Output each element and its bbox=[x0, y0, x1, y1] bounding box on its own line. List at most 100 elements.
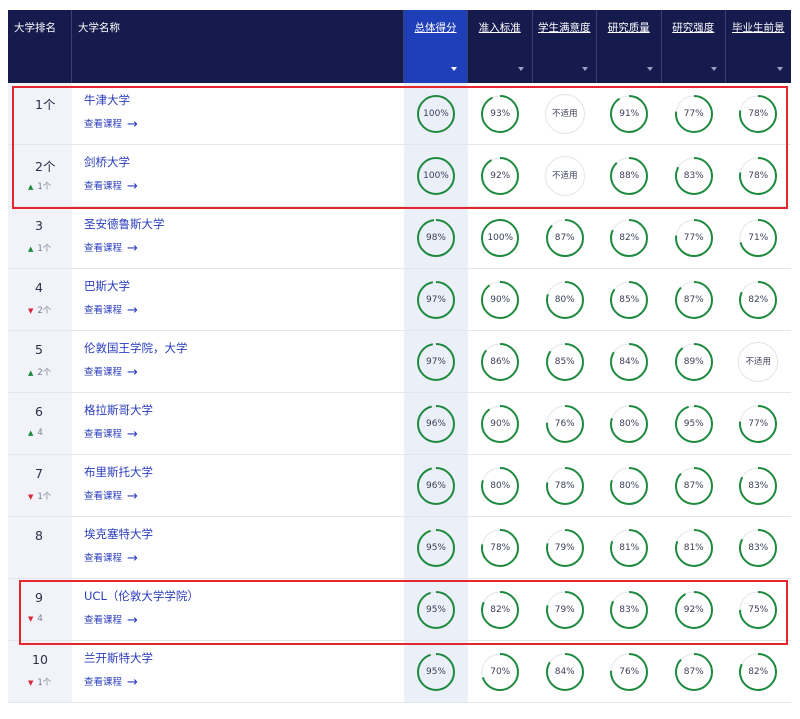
arrow-right-icon[interactable]: → bbox=[127, 675, 138, 690]
sort-caret-icon[interactable] bbox=[776, 67, 783, 71]
view-courses-label[interactable]: 查看课程 bbox=[84, 429, 122, 440]
score-value: 80% bbox=[619, 480, 640, 491]
column-header-label[interactable]: 总体得分 bbox=[415, 20, 457, 35]
view-courses-label[interactable]: 查看课程 bbox=[84, 305, 122, 316]
score-value: 76% bbox=[554, 418, 575, 429]
rank-number: 4 bbox=[35, 280, 43, 295]
score-value: 70% bbox=[490, 666, 511, 677]
score-value: 95% bbox=[425, 542, 446, 553]
arrow-right-icon[interactable]: → bbox=[127, 427, 138, 442]
prospects-cell: 77% bbox=[726, 393, 791, 454]
column-header-label[interactable]: 准入标准 bbox=[479, 20, 521, 35]
score-value: 78% bbox=[554, 480, 575, 491]
column-header-research-quality[interactable]: 研究质量 bbox=[597, 10, 662, 83]
score-value: 87% bbox=[683, 294, 704, 305]
score-ring: 87% bbox=[545, 218, 585, 258]
score-value: 80% bbox=[554, 294, 575, 305]
arrow-right-icon[interactable]: → bbox=[127, 303, 138, 318]
entry-cell: 70% bbox=[468, 641, 533, 702]
prospects-cell: 83% bbox=[726, 517, 791, 578]
view-courses-link[interactable]: 查看课程 → bbox=[84, 364, 138, 380]
view-courses-link[interactable]: 查看课程 → bbox=[84, 116, 138, 132]
sort-caret-icon[interactable] bbox=[646, 67, 653, 71]
score-ring: 92% bbox=[674, 590, 714, 630]
column-header-entry[interactable]: 准入标准 bbox=[468, 10, 533, 83]
score-ring: 78% bbox=[545, 466, 585, 506]
view-courses-link[interactable]: 查看课程 → bbox=[84, 674, 138, 690]
arrow-right-icon[interactable]: → bbox=[127, 613, 138, 628]
view-courses-label[interactable]: 查看课程 bbox=[84, 615, 122, 626]
score-value: 78% bbox=[490, 542, 511, 553]
view-courses-link[interactable]: 查看课程 → bbox=[84, 550, 138, 566]
column-header-label[interactable]: 研究质量 bbox=[608, 20, 650, 35]
view-courses-label[interactable]: 查看课程 bbox=[84, 677, 122, 688]
research-intensity-cell: 87% bbox=[662, 269, 727, 330]
satisfaction-cell: 79% bbox=[533, 579, 598, 640]
score-ring: 92% bbox=[480, 156, 520, 196]
research-quality-cell: 76% bbox=[597, 641, 662, 702]
view-courses-label[interactable]: 查看课程 bbox=[84, 181, 122, 192]
arrow-right-icon[interactable]: → bbox=[127, 489, 138, 504]
university-name-link[interactable]: 格拉斯哥大学 bbox=[84, 402, 153, 418]
view-courses-link[interactable]: 查看课程 → bbox=[84, 612, 138, 628]
sort-caret-icon[interactable] bbox=[711, 67, 717, 71]
arrow-down-icon: ▼ bbox=[28, 615, 34, 623]
table-row: 8 埃克塞特大学 查看课程 → 95% 78% 79% 81% 81% 83% bbox=[8, 517, 791, 579]
university-name-link[interactable]: 兰开斯特大学 bbox=[84, 650, 153, 666]
score-value: 83% bbox=[748, 542, 769, 553]
view-courses-label[interactable]: 查看课程 bbox=[84, 367, 122, 378]
view-courses-label[interactable]: 查看课程 bbox=[84, 491, 122, 502]
view-courses-link[interactable]: 查看课程 → bbox=[84, 426, 138, 442]
view-courses-link[interactable]: 查看课程 → bbox=[84, 488, 138, 504]
score-value: 80% bbox=[490, 480, 511, 491]
arrow-right-icon[interactable]: → bbox=[127, 241, 138, 256]
score-ring: 79% bbox=[545, 528, 585, 568]
rank-number: 2个 bbox=[35, 159, 56, 174]
column-header-rank: 大学排名 bbox=[8, 10, 72, 83]
column-header-satisfaction[interactable]: 学生满意度 bbox=[533, 10, 597, 83]
column-header-overall[interactable]: 总体得分 bbox=[404, 10, 468, 83]
not-applicable-badge: 不适用 bbox=[544, 155, 585, 196]
table-row: 2个 ▲ 1个 剑桥大学 查看课程 → 100% 92% 不适用 88% 83% 78% bbox=[8, 145, 791, 207]
university-name-link[interactable]: 伦敦国王学院，大学 bbox=[84, 340, 188, 356]
sort-caret-icon[interactable] bbox=[451, 67, 457, 71]
university-name-link[interactable]: UCL（伦敦大学学院） bbox=[84, 588, 199, 604]
rank-change-value: 1个 bbox=[37, 678, 52, 688]
university-name-link[interactable]: 布里斯托大学 bbox=[84, 464, 153, 480]
score-value: 82% bbox=[748, 294, 769, 305]
satisfaction-cell: 87% bbox=[533, 207, 598, 268]
score-ring: 87% bbox=[674, 652, 714, 692]
rank-cell: 9 ▼ 4 bbox=[8, 579, 72, 640]
overall-cell: 97% bbox=[404, 331, 468, 392]
score-value: 84% bbox=[619, 356, 640, 367]
arrow-right-icon[interactable]: → bbox=[127, 365, 138, 380]
column-header-prospects[interactable]: 毕业生前景 bbox=[726, 10, 791, 83]
satisfaction-cell: 85% bbox=[533, 331, 598, 392]
score-ring: 91% bbox=[609, 94, 649, 134]
score-value: 85% bbox=[619, 294, 640, 305]
rank-change: ▲ 4 bbox=[28, 428, 43, 438]
university-name-link[interactable]: 圣安德鲁斯大学 bbox=[84, 216, 165, 232]
university-name-link[interactable]: 剑桥大学 bbox=[84, 154, 130, 170]
university-name-link[interactable]: 埃克塞特大学 bbox=[84, 526, 153, 542]
rank-number: 6 bbox=[35, 404, 43, 419]
column-header-label[interactable]: 毕业生前景 bbox=[732, 20, 785, 35]
view-courses-link[interactable]: 查看课程 → bbox=[84, 178, 138, 194]
arrow-right-icon[interactable]: → bbox=[127, 551, 138, 566]
column-header-research-intensity[interactable]: 研究强度 bbox=[662, 10, 726, 83]
university-name-link[interactable]: 牛津大学 bbox=[84, 92, 130, 108]
view-courses-label[interactable]: 查看课程 bbox=[84, 119, 122, 130]
column-header-label[interactable]: 研究强度 bbox=[672, 20, 714, 35]
score-ring: 84% bbox=[609, 342, 649, 382]
arrow-right-icon[interactable]: → bbox=[127, 179, 138, 194]
view-courses-link[interactable]: 查看课程 → bbox=[84, 302, 138, 318]
view-courses-label[interactable]: 查看课程 bbox=[84, 243, 122, 254]
column-header-label[interactable]: 学生满意度 bbox=[538, 20, 591, 35]
view-courses-label[interactable]: 查看课程 bbox=[84, 553, 122, 564]
sort-caret-icon[interactable] bbox=[517, 67, 524, 71]
view-courses-link[interactable]: 查看课程 → bbox=[84, 240, 138, 256]
sort-caret-icon[interactable] bbox=[582, 67, 588, 71]
university-name-link[interactable]: 巴斯大学 bbox=[84, 278, 130, 294]
arrow-right-icon[interactable]: → bbox=[127, 117, 138, 132]
name-cell: 巴斯大学查看课程 → bbox=[72, 269, 404, 330]
